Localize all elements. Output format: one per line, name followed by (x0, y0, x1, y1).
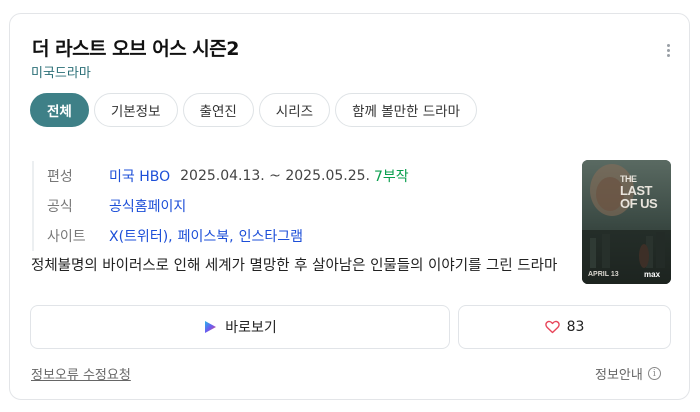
heart-icon (544, 320, 560, 334)
watch-now-button[interactable]: 바로보기 (30, 305, 450, 349)
instagram-link[interactable]: 인스타그램 (239, 226, 303, 246)
tab-all[interactable]: 전체 (30, 93, 89, 127)
broadcast-label: 편성 (47, 169, 73, 185)
description: 정체불명의 바이러스로 인해 세계가 멸망한 후 살아남은 인물들의 이야기를 … (31, 258, 558, 274)
tab-cast[interactable]: 출연진 (182, 93, 254, 127)
info-guide-link[interactable]: 정보안내 i (595, 364, 661, 383)
poster-image[interactable]: THE LAST OF US APRIL 13 max (582, 160, 671, 284)
drama-info-card: 더 라스트 오브 어스 시즌2 미국드라마 전체 기본정보 출연진 시리즈 함께… (9, 13, 690, 400)
info-row-official: 공식 공식홈페이지 (47, 191, 409, 221)
tab-bar: 전체 기본정보 출연진 시리즈 함께 볼만한 드라마 (30, 93, 478, 127)
network-link[interactable]: 미국 HBO (109, 166, 170, 186)
info-row-sites: 사이트 X(트위터), 페이스북, 인스타그램 (47, 221, 409, 251)
official-homepage-link[interactable]: 공식홈페이지 (109, 196, 186, 216)
air-dates: 2025.04.13. ~ 2025.05.25. (180, 168, 370, 184)
poster-date: APRIL 13 (588, 271, 619, 278)
twitter-link[interactable]: X(트위터), (109, 226, 173, 246)
facebook-link[interactable]: 페이스북, (178, 226, 234, 246)
poster-brand: max (644, 270, 661, 279)
like-count: 83 (566, 319, 585, 335)
poster-title: THE LAST OF US (620, 174, 658, 211)
report-error-link[interactable]: 정보오류 수정요청 (31, 364, 131, 383)
genre-subtitle: 미국드라마 (31, 66, 91, 81)
more-options-icon[interactable] (660, 40, 676, 60)
info-row-broadcast: 편성 미국 HBO 2025.04.13. ~ 2025.05.25. 7부작 (47, 161, 409, 191)
like-button[interactable]: 83 (458, 305, 671, 349)
info-list: 편성 미국 HBO 2025.04.13. ~ 2025.05.25. 7부작 … (32, 161, 409, 251)
tab-series[interactable]: 시리즈 (258, 93, 331, 127)
poster-title-line3: OF US (620, 196, 658, 211)
official-label: 공식 (47, 199, 73, 215)
episode-count: 7부작 (373, 169, 409, 185)
watch-now-label: 바로보기 (225, 320, 277, 336)
tab-related-dramas[interactable]: 함께 볼만한 드라마 (335, 93, 478, 127)
play-icon (203, 320, 217, 334)
page-title[interactable]: 더 라스트 오브 어스 시즌2 (32, 34, 239, 61)
tab-basic-info[interactable]: 기본정보 (93, 93, 178, 127)
sites-label: 사이트 (47, 229, 86, 245)
info-icon: i (647, 367, 661, 380)
info-guide-label: 정보안내 (595, 368, 643, 383)
